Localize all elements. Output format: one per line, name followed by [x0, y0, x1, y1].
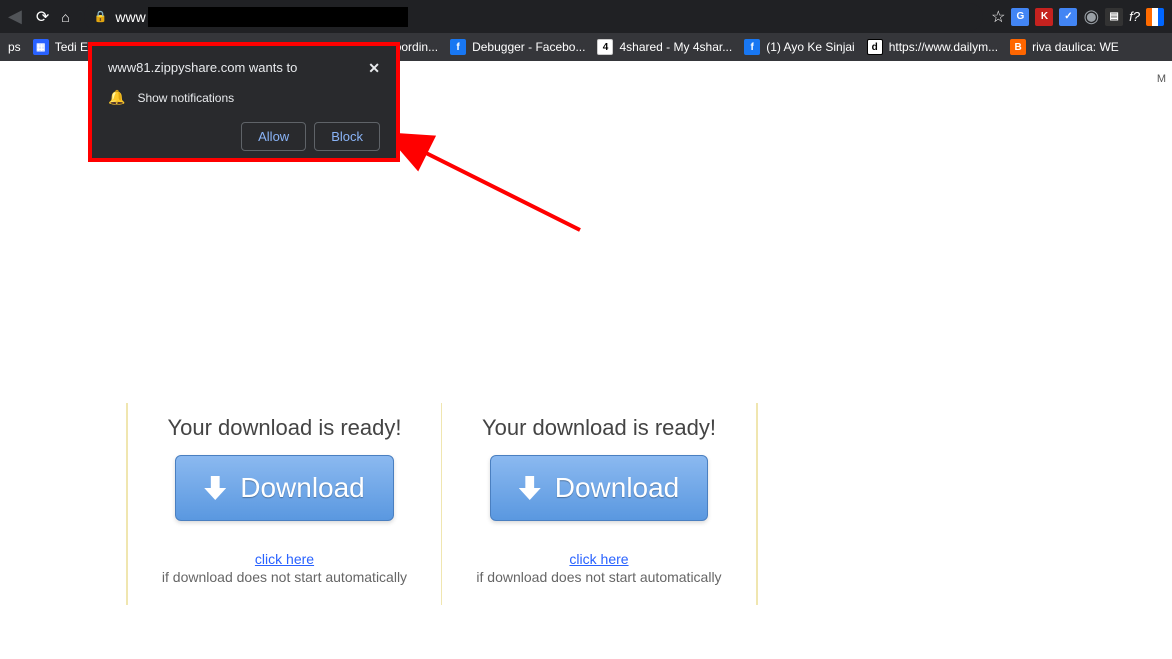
- corner-label: M: [1157, 73, 1166, 85]
- dailymotion-icon: d: [867, 39, 883, 55]
- facebook-icon: f: [744, 39, 760, 55]
- bookmark-item[interactable]: f (1) Ayo Ke Sinjai: [744, 39, 855, 55]
- download-button-label: Download: [240, 472, 365, 504]
- popup-title: www81.zippyshare.com wants to: [108, 60, 297, 75]
- 4shared-icon: 4: [597, 39, 613, 55]
- bookmark-item[interactable]: d https://www.dailym...: [867, 39, 998, 55]
- download-card: Your download is ready! Download click h…: [442, 403, 756, 605]
- extension-circle-icon[interactable]: ◉: [1083, 6, 1099, 27]
- click-here-link[interactable]: click here: [148, 551, 421, 567]
- click-here-link[interactable]: click here: [462, 551, 736, 567]
- download-arrow-icon: [204, 476, 226, 500]
- auto-start-text: if download does not start automatically: [462, 569, 736, 585]
- bookmark-label: ps: [8, 40, 21, 54]
- download-button-label: Download: [555, 472, 680, 504]
- download-arrow-icon: [519, 476, 541, 500]
- extension-translate-icon[interactable]: G: [1011, 8, 1029, 26]
- bookmark-star-icon[interactable]: ☆: [991, 7, 1005, 27]
- popup-body-text: Show notifications: [137, 91, 234, 105]
- download-title: Your download is ready!: [148, 415, 421, 441]
- extension-k-icon[interactable]: K: [1035, 8, 1053, 26]
- back-icon[interactable]: ◀: [4, 2, 26, 31]
- bookmark-item[interactable]: ▦ Tedi Ek: [33, 39, 94, 55]
- download-title: Your download is ready!: [462, 415, 736, 441]
- blogger-icon: B: [1010, 39, 1026, 55]
- allow-button[interactable]: Allow: [241, 122, 306, 151]
- extension-dark-icon[interactable]: ▤: [1105, 8, 1123, 26]
- download-card: Your download is ready! Download click h…: [128, 403, 442, 605]
- browser-toolbar: ◀ ⟳ ⌂ 🔒 www ☆ G K ✓ ◉ ▤ f?: [0, 0, 1172, 33]
- bookmark-label: https://www.dailym...: [889, 40, 998, 54]
- extension-f-icon[interactable]: f?: [1129, 9, 1140, 24]
- extension-stripe-icon[interactable]: [1146, 8, 1164, 26]
- reload-icon[interactable]: ⟳: [36, 7, 49, 27]
- bookmark-item[interactable]: ps: [8, 40, 21, 54]
- download-button[interactable]: Download: [490, 455, 709, 521]
- url-redacted: [148, 7, 408, 27]
- facebook-icon: f: [450, 39, 466, 55]
- bookmark-item[interactable]: f Debugger - Facebo...: [450, 39, 585, 55]
- bookmark-label: riva daulica: WE: [1032, 40, 1119, 54]
- extension-check-icon[interactable]: ✓: [1059, 8, 1077, 26]
- bookmark-icon: ▦: [33, 39, 49, 55]
- lock-icon: 🔒: [94, 10, 108, 23]
- nav-arrows: ◀: [4, 2, 26, 31]
- toolbar-extensions: ☆ G K ✓ ◉ ▤ f?: [991, 6, 1168, 27]
- bookmark-label: 4shared - My 4shar...: [619, 40, 732, 54]
- download-button[interactable]: Download: [175, 455, 394, 521]
- url-text: www: [115, 9, 145, 25]
- bell-icon: 🔔: [108, 89, 125, 106]
- bookmark-item[interactable]: 4 4shared - My 4shar...: [597, 39, 732, 55]
- address-bar[interactable]: 🔒 www: [84, 3, 983, 31]
- auto-start-text: if download does not start automatically: [148, 569, 421, 585]
- bookmark-item[interactable]: B riva daulica: WE: [1010, 39, 1119, 55]
- block-button[interactable]: Block: [314, 122, 380, 151]
- home-icon[interactable]: ⌂: [61, 9, 69, 25]
- close-icon[interactable]: ✕: [368, 60, 380, 77]
- bookmark-label: (1) Ayo Ke Sinjai: [766, 40, 855, 54]
- bookmark-label: Debugger - Facebo...: [472, 40, 585, 54]
- notification-permission-popup: www81.zippyshare.com wants to ✕ 🔔 Show n…: [92, 46, 396, 158]
- download-section: Your download is ready! Download click h…: [126, 403, 758, 605]
- annotation-arrow: [400, 130, 600, 250]
